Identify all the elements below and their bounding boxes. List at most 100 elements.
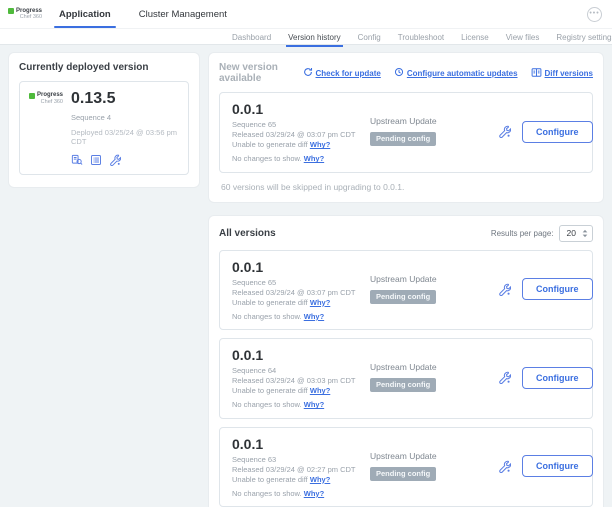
version-diff-note: Unable to generate diff Why? [232, 298, 370, 308]
diff-note-text: Unable to generate diff [232, 298, 308, 307]
brand-product: Chef 360 [29, 99, 63, 106]
subnav-license[interactable]: License [459, 32, 491, 45]
version-label: 0.0.1 [232, 436, 370, 452]
version-sequence: Sequence 65 [232, 278, 370, 288]
configure-button[interactable]: Configure [522, 455, 593, 477]
version-released: Released 03/29/24 @ 03:07 pm CDT [232, 288, 370, 298]
select-stepper-icon [581, 228, 589, 239]
changes-note-text: No changes to show. [232, 400, 302, 409]
subnav-view-files[interactable]: View files [504, 32, 542, 45]
changes-why-link[interactable]: Why? [304, 400, 324, 409]
configure-automatic-updates-link[interactable]: Configure automatic updates [394, 67, 518, 79]
subnav-version-history[interactable]: Version history [286, 32, 342, 47]
version-label: 0.0.1 [232, 101, 370, 117]
changes-why-link[interactable]: Why? [304, 154, 324, 163]
diff-note-text: Unable to generate diff [232, 386, 308, 395]
check-for-update-link[interactable]: Check for update [303, 67, 381, 79]
version-sequence: Sequence 65 [232, 120, 370, 130]
version-source: Upstream Update [370, 362, 498, 372]
brand-name: Progress [16, 8, 42, 15]
version-changes-note: No changes to show. Why? [232, 400, 370, 410]
status-badge: Pending config [370, 290, 436, 304]
diff-why-link[interactable]: Why? [310, 475, 330, 484]
deployed-title: Currently deployed version [19, 62, 189, 73]
deployed-timestamp: Deployed 03/25/24 @ 03:56 pm CDT [71, 128, 179, 146]
subnav-troubleshoot[interactable]: Troubleshoot [396, 32, 446, 45]
version-row: 0.0.1 Sequence 65 Released 03/29/24 @ 03… [219, 250, 593, 331]
diff-versions-link[interactable]: Diff versions [531, 67, 593, 80]
edit-config-icon[interactable] [498, 460, 511, 473]
version-changes-note: No changes to show. Why? [232, 489, 370, 499]
diff-versions-label: Diff versions [545, 69, 593, 78]
configure-button[interactable]: Configure [522, 367, 593, 389]
version-diff-note: Unable to generate diff Why? [232, 140, 370, 150]
deployed-sequence: Sequence 4 [71, 113, 179, 122]
deployed-version-box: Progress Chef 360 0.13.5 Sequence 4 Depl… [19, 81, 189, 175]
version-source-block: Upstream Update Pending config [370, 345, 498, 411]
brand-name: Progress [37, 92, 63, 99]
schedule-icon [394, 67, 404, 79]
subnav-dashboard[interactable]: Dashboard [230, 32, 273, 45]
view-config-icon[interactable] [90, 154, 102, 166]
version-changes-note: No changes to show. Why? [232, 312, 370, 322]
configure-button[interactable]: Configure [522, 278, 593, 300]
changes-why-link[interactable]: Why? [304, 489, 324, 498]
version-row: 0.0.1 Sequence 64 Released 03/29/24 @ 03… [219, 338, 593, 419]
version-changes-note: No changes to show. Why? [232, 154, 370, 164]
edit-config-icon[interactable] [498, 125, 511, 138]
subnav-registry-settings[interactable]: Registry settings [554, 32, 612, 45]
changes-note-text: No changes to show. [232, 312, 302, 321]
tab-application[interactable]: Application [56, 0, 114, 28]
edit-config-icon[interactable] [498, 371, 511, 384]
configure-button[interactable]: Configure [522, 121, 593, 143]
status-badge: Pending config [370, 467, 436, 481]
diff-why-link[interactable]: Why? [310, 298, 330, 307]
results-per-page-label: Results per page: [491, 229, 554, 238]
version-info: 0.0.1 Sequence 65 Released 03/29/24 @ 03… [232, 257, 370, 323]
edit-config-icon[interactable] [109, 154, 121, 166]
subnav-config[interactable]: Config [356, 32, 383, 45]
status-badge: Pending config [370, 378, 436, 392]
version-sequence: Sequence 64 [232, 366, 370, 376]
check-for-update-label: Check for update [316, 69, 381, 78]
deployed-version-label: 0.13.5 [71, 90, 179, 108]
app-subnav: Dashboard Version history Config Trouble… [0, 29, 612, 45]
changes-why-link[interactable]: Why? [304, 312, 324, 321]
main-content: Currently deployed version Progress Chef… [0, 45, 612, 507]
top-bar: Progress Chef 360 Application Cluster Ma… [0, 0, 612, 29]
results-per-page-value: 20 [567, 228, 576, 238]
all-versions-title: All versions [219, 228, 276, 239]
version-diff-note: Unable to generate diff Why? [232, 475, 370, 485]
version-label: 0.0.1 [232, 259, 370, 275]
diff-why-link[interactable]: Why? [310, 386, 330, 395]
skipped-versions-note: 60 versions will be skipped in upgrading… [219, 182, 593, 192]
logo-green-square-icon [29, 93, 35, 99]
edit-config-icon[interactable] [498, 283, 511, 296]
version-info: 0.0.1 Sequence 65 Released 03/29/24 @ 03… [232, 99, 370, 165]
diff-icon [531, 67, 542, 80]
tab-cluster-management[interactable]: Cluster Management [136, 0, 230, 28]
version-released: Released 03/29/24 @ 03:03 pm CDT [232, 376, 370, 386]
diff-why-link[interactable]: Why? [310, 140, 330, 149]
version-sequence: Sequence 63 [232, 455, 370, 465]
version-source-block: Upstream Update Pending config [370, 434, 498, 500]
brand-product: Chef 360 [8, 14, 42, 20]
version-label: 0.0.1 [232, 347, 370, 363]
version-diff-note: Unable to generate diff Why? [232, 386, 370, 396]
changes-note-text: No changes to show. [232, 489, 302, 498]
refresh-icon [303, 67, 313, 79]
all-versions-section: All versions Results per page: 20 0.0.1 … [208, 215, 604, 507]
results-per-page-select[interactable]: 20 [559, 225, 593, 242]
status-badge: Pending config [370, 132, 436, 146]
diff-note-text: Unable to generate diff [232, 140, 308, 149]
preview-diff-icon[interactable] [71, 154, 83, 166]
version-source-block: Upstream Update Pending config [370, 99, 498, 165]
diff-note-text: Unable to generate diff [232, 475, 308, 484]
version-info: 0.0.1 Sequence 64 Released 03/29/24 @ 03… [232, 345, 370, 411]
version-released: Released 03/29/24 @ 02:27 pm CDT [232, 465, 370, 475]
version-source-block: Upstream Update Pending config [370, 257, 498, 323]
deployed-app-logo: Progress Chef 360 [29, 90, 63, 108]
version-source: Upstream Update [370, 274, 498, 284]
ellipsis-icon[interactable]: ••• [587, 7, 602, 22]
new-version-row: 0.0.1 Sequence 65 Released 03/29/24 @ 03… [219, 92, 593, 173]
